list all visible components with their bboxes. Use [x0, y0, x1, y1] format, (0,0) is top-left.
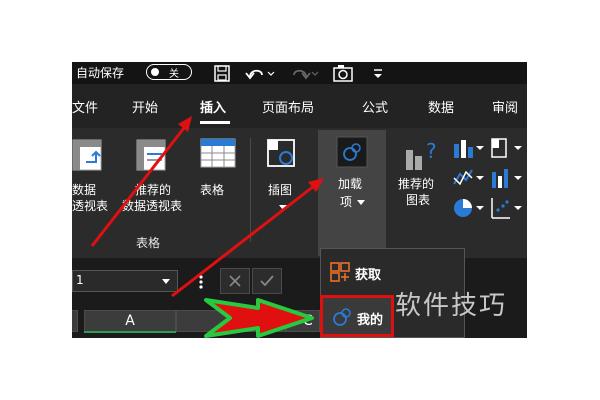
pivot-table-icon: [72, 139, 102, 171]
redo-icon[interactable]: [286, 63, 320, 83]
pivot-table-label-2: 透视表: [72, 199, 109, 213]
illustrations-label: 插图: [268, 183, 293, 197]
tab-home[interactable]: 开始: [132, 97, 158, 116]
chevron-down-icon: [357, 200, 365, 205]
enter-button[interactable]: [252, 268, 282, 294]
toggle-knob: [151, 68, 159, 76]
line-chart-icon[interactable]: [452, 166, 484, 190]
table-icon: [200, 138, 236, 168]
pivot-table-label-1: 数据: [72, 183, 97, 197]
tab-file[interactable]: 文件: [72, 97, 98, 116]
get-addins-item[interactable]: 获取: [321, 255, 464, 289]
recommended-charts-icon: ?: [406, 139, 437, 170]
recommended-charts-label-1: 推荐的: [398, 177, 435, 191]
statistic-chart-icon[interactable]: [490, 166, 522, 190]
name-box[interactable]: 1: [72, 270, 178, 292]
hierarchy-chart-icon[interactable]: [490, 136, 522, 160]
autosave-state: 关: [169, 69, 179, 80]
tab-insert[interactable]: 插入: [200, 97, 226, 116]
column-chart-icon[interactable]: [452, 136, 484, 160]
get-addins-label: 获取: [355, 268, 382, 283]
recommended-charts-label-2: 图表: [406, 193, 431, 207]
illustrations-icon: [267, 139, 295, 167]
column-header-b[interactable]: [176, 310, 286, 332]
group-separator: [250, 138, 251, 242]
tables-group-label: 表格: [136, 236, 161, 250]
chevron-down-icon: [162, 279, 170, 284]
tab-formulas[interactable]: 公式: [362, 97, 388, 116]
cancel-button[interactable]: [220, 268, 250, 294]
camera-icon[interactable]: [332, 63, 354, 83]
scatter-chart-icon[interactable]: [490, 196, 522, 220]
recommended-pivot-icon: [136, 139, 166, 171]
addins-label-2: 项: [340, 195, 353, 209]
check-icon: [260, 275, 274, 287]
select-all-corner[interactable]: [72, 310, 78, 332]
close-icon: [229, 275, 241, 287]
autosave-toggle[interactable]: 关: [146, 64, 192, 80]
addins-button[interactable]: 加载 项: [318, 128, 386, 224]
my-addins-item[interactable]: 我的: [320, 295, 394, 337]
active-tab-indicator: [200, 121, 230, 124]
svg-text:?: ?: [426, 139, 437, 163]
undo-icon[interactable]: [244, 63, 276, 83]
autosave-label: 自动保存: [76, 66, 125, 80]
my-addins-icon: [333, 308, 351, 326]
tab-page-layout[interactable]: 页面布局: [262, 97, 314, 116]
recommended-pivot-label-2: 数据透视表: [121, 199, 182, 213]
pie-chart-icon[interactable]: [452, 196, 484, 220]
customize-toolbar-icon[interactable]: [372, 63, 384, 83]
chevron-down-icon: [279, 205, 287, 210]
ribbon-tabs: 文件 开始 插入 页面布局 公式 数据 审阅: [72, 84, 527, 128]
quick-access-toolbar: 自动保存 关: [72, 62, 527, 84]
tab-review[interactable]: 审阅: [492, 97, 518, 116]
addins-label-1: 加载: [338, 177, 363, 191]
get-addins-icon: [330, 262, 350, 282]
selected-column-indicator: [84, 331, 176, 333]
name-box-value: 1: [76, 273, 84, 287]
more-options-icon[interactable]: [198, 274, 204, 290]
recommended-pivot-label-1: 推荐的: [135, 183, 172, 197]
watermark-text: 软件技巧: [395, 291, 508, 321]
addins-icon: [336, 136, 368, 168]
ribbon-insert-panel: 数据 透视表 推荐的 数据透视表 表格 表格 插图 加载 项 ? 推荐的 图表: [72, 128, 527, 258]
recommended-pivot-button[interactable]: 推荐的 数据透视表: [112, 128, 192, 224]
recommended-charts-button[interactable]: ? 推荐的 图表: [398, 128, 450, 224]
tab-data[interactable]: 数据: [428, 97, 454, 116]
table-label: 表格: [200, 183, 225, 197]
table-button[interactable]: 表格: [196, 128, 238, 224]
my-addins-label: 我的: [357, 313, 384, 328]
save-icon[interactable]: [212, 63, 232, 83]
column-header-a[interactable]: A: [84, 310, 176, 332]
column-header-c[interactable]: C: [286, 310, 320, 332]
illustrations-button[interactable]: 插图: [260, 128, 306, 224]
